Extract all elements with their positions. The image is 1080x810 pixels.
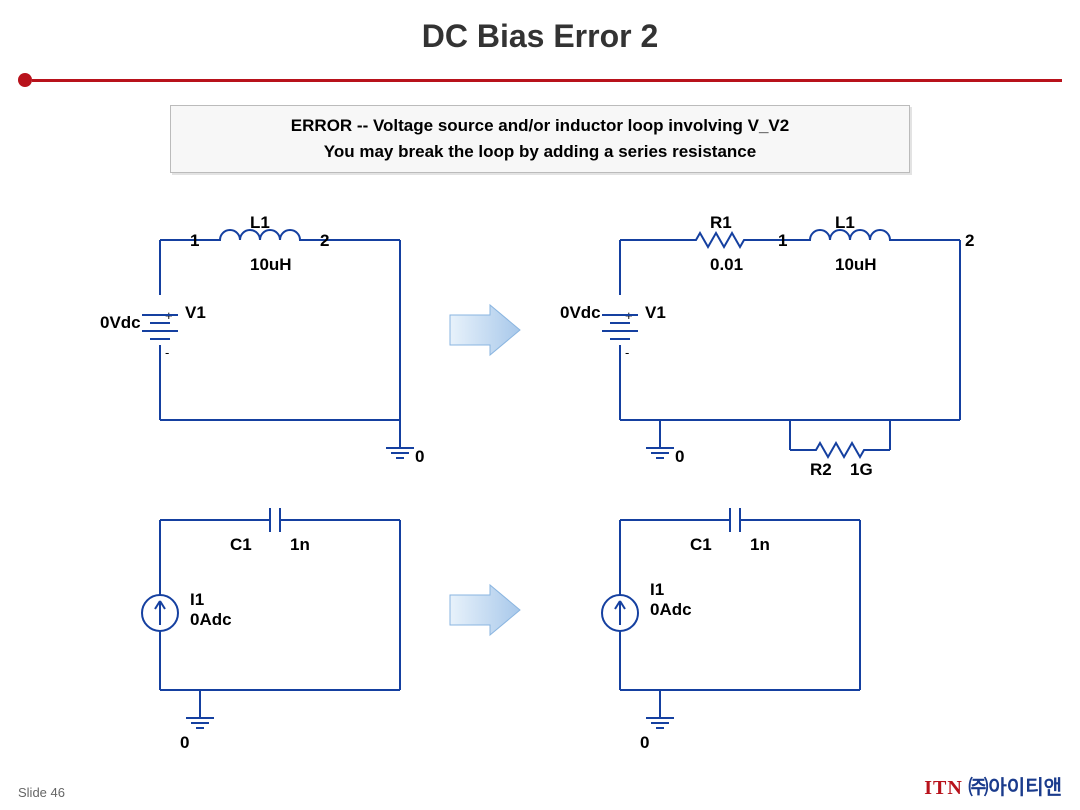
r1-label: R1 (710, 213, 732, 232)
resistor-r1-icon (690, 233, 750, 247)
gnd-label: 0 (415, 447, 424, 466)
circuit-1: + - L1 10uH 1 2 V1 0Vdc 0 (100, 213, 424, 466)
v1-minus: - (165, 345, 169, 360)
c1-value: 1n (750, 535, 770, 554)
c1-value: 1n (290, 535, 310, 554)
rule-dot-icon (18, 73, 32, 87)
ground-icon (646, 710, 674, 728)
node-1-label: 1 (190, 231, 199, 250)
node-1-label: 1 (778, 231, 787, 250)
title-rule (0, 73, 1080, 87)
capacitor-icon (730, 508, 740, 532)
r2-label: R2 (810, 460, 832, 479)
i1-value: 0Adc (650, 600, 692, 619)
current-source-icon (602, 595, 638, 631)
v1-label: V1 (185, 303, 206, 322)
voltage-source-icon (602, 315, 638, 339)
transform-arrow-icon (450, 305, 520, 355)
i1-value: 0Adc (190, 610, 232, 629)
error-message-box: ERROR -- Voltage source and/or inductor … (170, 105, 910, 173)
resistor-r2-icon (810, 443, 870, 457)
r1-value: 0.01 (710, 255, 743, 274)
circuit-4: C1 1n I1 0Adc 0 (602, 508, 860, 752)
l1-label: L1 (250, 213, 270, 232)
ground-icon (646, 440, 674, 458)
v1-value: 0Vdc (560, 303, 601, 322)
l1-label: L1 (835, 213, 855, 232)
circuit-3: C1 1n I1 0Adc 0 (142, 508, 400, 752)
v1-label: V1 (645, 303, 666, 322)
error-line-2: You may break the loop by adding a serie… (185, 142, 895, 162)
ground-icon (186, 710, 214, 728)
capacitor-icon (270, 508, 280, 532)
node-2-label: 2 (320, 231, 329, 250)
l1-value: 10uH (250, 255, 292, 274)
i1-label: I1 (650, 580, 664, 599)
brand-korean: ㈜아이티앤 (968, 777, 1062, 799)
c1-label: C1 (230, 535, 252, 554)
gnd-label: 0 (180, 733, 189, 752)
v1-value: 0Vdc (100, 313, 141, 332)
gnd-label: 0 (640, 733, 649, 752)
r2-value: 1G (850, 460, 873, 479)
node-2-label: 2 (965, 231, 974, 250)
l1-value: 10uH (835, 255, 877, 274)
transform-arrow-icon (450, 585, 520, 635)
current-source-icon (142, 595, 178, 631)
brand-footer: ITN ㈜아이티앤 (924, 771, 1062, 800)
brand-itn: ITN (924, 777, 963, 799)
gnd-label: 0 (675, 447, 684, 466)
voltage-source-icon (142, 315, 178, 339)
circuit-2: + - R1 0.01 L1 10uH 1 2 V1 0Vdc 0 R2 1G (560, 213, 974, 479)
page-title: DC Bias Error 2 (0, 0, 1080, 65)
i1-label: I1 (190, 590, 204, 609)
rule-line (32, 79, 1062, 82)
c1-label: C1 (690, 535, 712, 554)
diagram-canvas: + - L1 10uH 1 2 V1 0Vdc 0 + - (0, 190, 1080, 770)
error-line-1: ERROR -- Voltage source and/or inductor … (185, 116, 895, 136)
slide-number: Slide 46 (18, 785, 65, 800)
v1-minus: - (625, 345, 629, 360)
ground-icon (386, 440, 414, 458)
